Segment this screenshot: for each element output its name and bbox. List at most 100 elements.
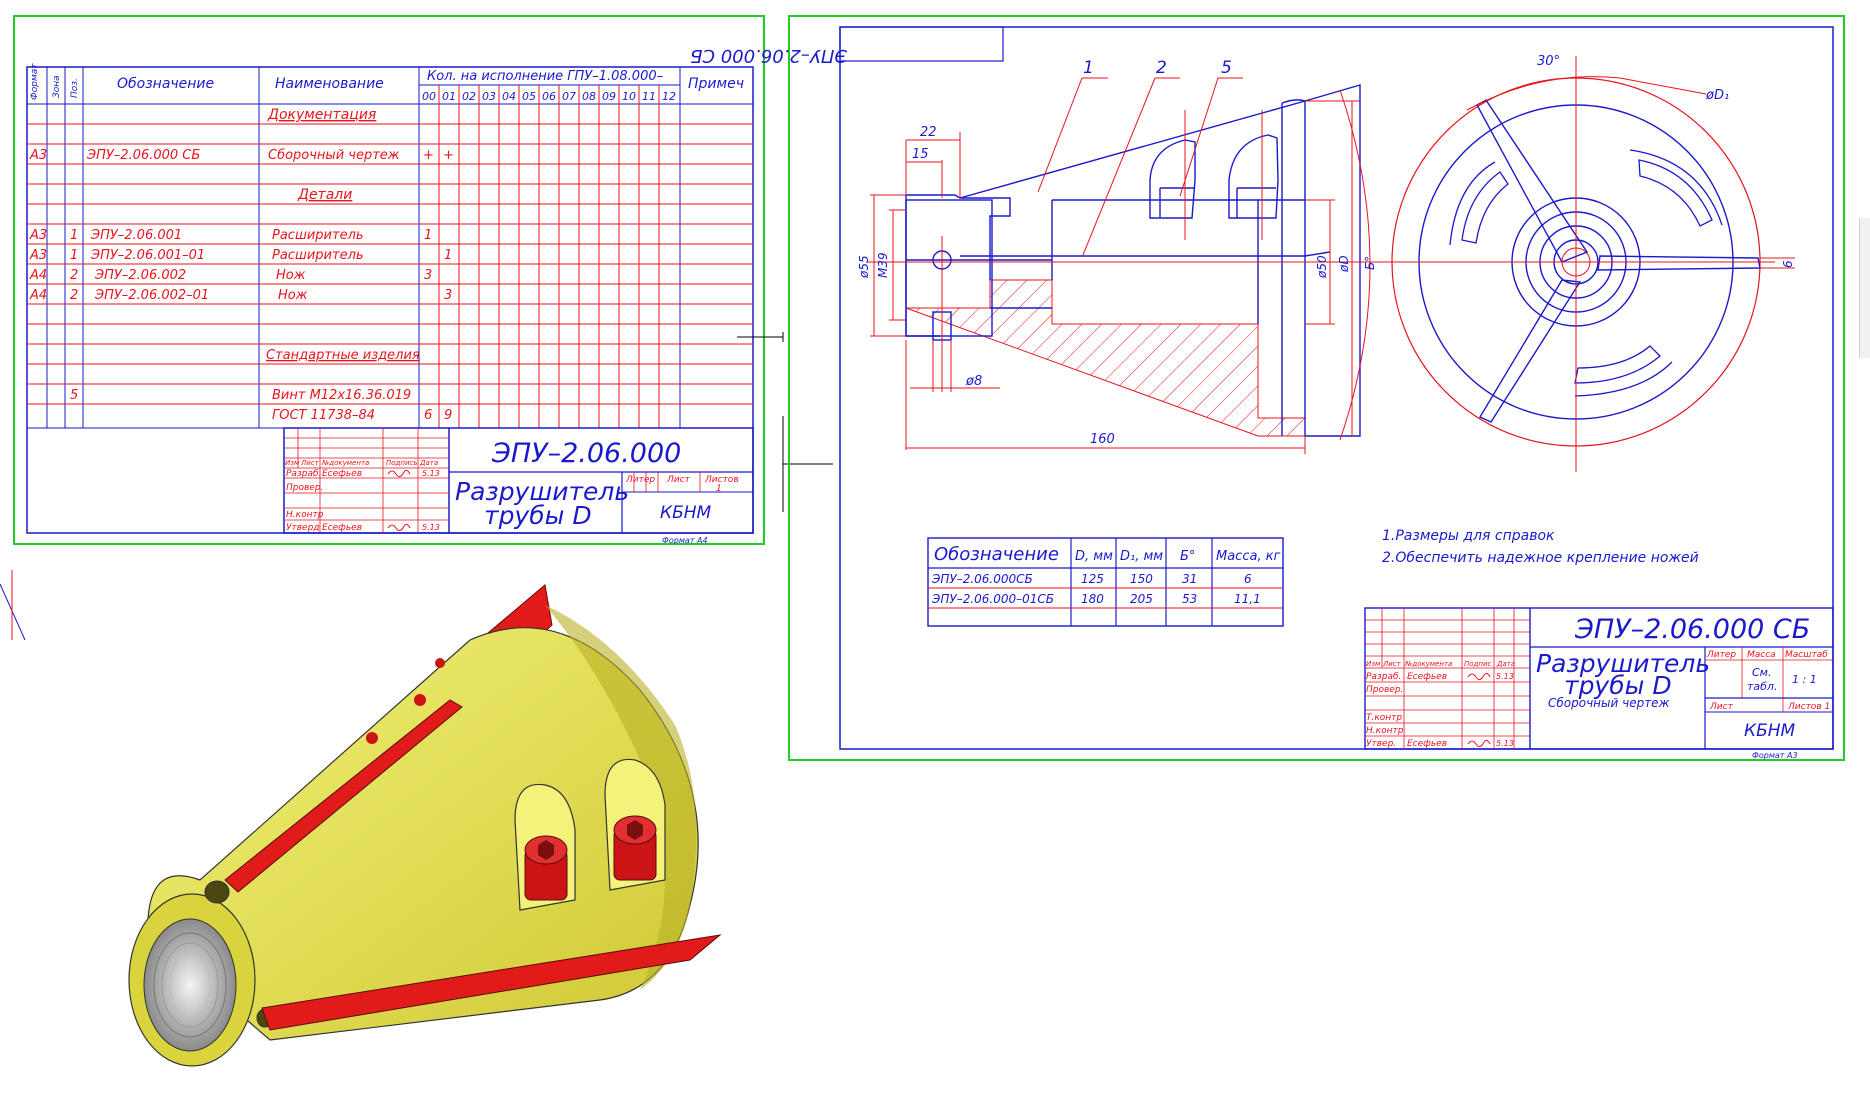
hdr-format: Формат xyxy=(30,63,40,100)
variant-header-11: 11 xyxy=(642,90,656,103)
tb-author-2: Есефьев xyxy=(322,523,362,533)
sheet-connectors xyxy=(0,332,833,641)
atb-subtitle: Сборочный чертеж xyxy=(1548,696,1670,710)
atb-sheets: Листов 1 xyxy=(1787,702,1830,712)
spec-row: А3 1 ЭПУ–2.06.001–01 Расширитель 1 xyxy=(29,248,452,263)
cell-format: А3 xyxy=(29,228,47,243)
atb-date: 5.13 xyxy=(1496,672,1514,681)
hdr-designation: Обозначение xyxy=(117,76,214,92)
signature-mark xyxy=(1467,739,1491,748)
knife-blade xyxy=(1597,255,1761,271)
cell-designation: ЭПУ–2.06.001–01 xyxy=(90,248,205,263)
vt-cell-d1: 205 xyxy=(1130,592,1153,606)
vt-cell-d1: 150 xyxy=(1130,572,1153,586)
vt-row: ЭПУ–2.06.000–01СБ 180 205 53 11,1 xyxy=(931,592,1261,606)
spec-row: А3 1 ЭПУ–2.06.001 Расширитель 1 xyxy=(29,228,432,243)
assembly-sheet: ЭПУ–2.06.000 СБ 1 2 5 22 15 ø55 M39 ø8 1… xyxy=(690,15,1845,761)
hdr-zone: Зона xyxy=(52,75,62,98)
cell-designation: ЭПУ–2.06.002 xyxy=(94,268,186,283)
dim-dD: øD xyxy=(1337,255,1351,273)
tb-org: КБНМ xyxy=(660,503,712,523)
assembly-title-block: Изм Лист №документа Подпис Дата Разраб. … xyxy=(1364,607,1834,760)
tb-format: Формат А4 xyxy=(662,536,708,545)
tb-liter: Литер xyxy=(625,475,655,485)
atb-date-2: 5.13 xyxy=(1496,739,1514,748)
variant-header-00: 00 xyxy=(422,90,436,103)
atb-scale-val: 1 : 1 xyxy=(1792,673,1817,686)
note-2: 2.Обеспечить надежное крепление ножей xyxy=(1382,550,1699,566)
vt-hdr-d1: D₁, мм xyxy=(1120,549,1163,564)
variant-header-03: 03 xyxy=(482,90,496,103)
spec-row: 5 Винт М12х16.36.019 xyxy=(70,388,411,403)
vt-row: ЭПУ–2.06.000СБ 125 150 31 6 xyxy=(931,572,1252,586)
tb-name-line2: трубы D xyxy=(484,501,592,530)
cell-format: А4 xyxy=(29,268,47,283)
hdr-pos: Поз. xyxy=(70,78,80,98)
signature-mark xyxy=(387,523,411,532)
knife-blade xyxy=(1478,279,1582,423)
atb-sheet: Лист xyxy=(1709,702,1734,712)
cell-q00: 3 xyxy=(424,268,432,283)
assembly-stamp: ЭПУ–2.06.000 СБ xyxy=(690,45,848,66)
section-hatch xyxy=(905,279,1306,437)
cell-designation: ЭПУ–2.06.001 xyxy=(90,228,182,243)
spec-row: ГОСТ 11738–84 6 9 xyxy=(272,408,452,423)
dim-angle: 30° xyxy=(1537,54,1560,69)
tb-listov-val: 1 xyxy=(716,484,722,494)
tb-nkontr: Н.контр xyxy=(286,510,324,520)
section-standard: Стандартные изделия xyxy=(266,348,420,363)
atb-mass-val2: табл. xyxy=(1747,680,1777,693)
cell-name: Сборочный чертеж xyxy=(268,148,400,163)
cell-q01: 3 xyxy=(444,288,452,303)
cell-format: А3 xyxy=(29,248,47,263)
atb-format: Формат А3 xyxy=(1752,751,1798,760)
atb-liter: Литер xyxy=(1706,650,1736,660)
spec-row: А4 2 ЭПУ–2.06.002–01 Нож 3 xyxy=(29,288,452,303)
tb-utverd: Утверд xyxy=(286,523,320,533)
leader-5: 5 xyxy=(1221,58,1232,78)
atb-code: ЭПУ–2.06.000 СБ xyxy=(1574,614,1810,645)
cell-q00: 6 xyxy=(424,408,432,423)
dim-dD1: øD₁ xyxy=(1705,88,1729,103)
cell-name: Нож xyxy=(276,268,306,283)
cell-designation: ЭПУ–2.06.002–01 xyxy=(94,288,209,303)
vt-hdr-b: Б° xyxy=(1180,549,1195,564)
vt-cell-designation: ЭПУ–2.06.000–01СБ xyxy=(931,592,1054,606)
atb-author: Есефьев xyxy=(1407,672,1447,682)
dim-6: 6 xyxy=(1781,260,1795,268)
atb-mass: Масса xyxy=(1747,650,1776,660)
leader-2: 2 xyxy=(1156,58,1167,78)
cell-pos: 1 xyxy=(70,248,78,263)
hdr-name: Наименование xyxy=(275,76,384,92)
vt-hdr-designation: Обозначение xyxy=(934,544,1059,565)
variant-header-06: 06 xyxy=(542,90,556,103)
dim-d50: ø50 xyxy=(1315,255,1329,279)
variant-header-07: 07 xyxy=(562,90,576,103)
cell-q00: 1 xyxy=(424,228,432,243)
variant-header-04: 04 xyxy=(502,90,516,103)
drawing-canvas: Формат Зона Поз. Обозначение Наименовани… xyxy=(0,15,1845,1067)
section-details: Детали xyxy=(297,187,352,203)
tb-col-doc: №документа xyxy=(321,459,369,467)
variant-header-10: 10 xyxy=(622,90,636,103)
vt-cell-d: 125 xyxy=(1081,572,1104,586)
dim-22: 22 xyxy=(920,125,937,140)
vt-hdr-mass: Масса, кг xyxy=(1216,549,1281,564)
thread-bore xyxy=(143,918,237,1052)
tb-date-2: 5.13 xyxy=(422,523,440,532)
cell-q01: 1 xyxy=(444,248,452,263)
side-hole xyxy=(204,880,230,904)
atb-col-date: Дата xyxy=(1496,660,1515,668)
atb-col-sign: Подпис xyxy=(1464,660,1492,668)
cell-q01: 9 xyxy=(444,408,452,423)
cell-q00: + xyxy=(423,148,434,163)
tb-col-sign: Подпись xyxy=(386,459,418,467)
atb-col-izm: Изм xyxy=(1366,660,1381,668)
cell-designation: ЭПУ–2.06.000 СБ xyxy=(86,148,200,163)
vt-cell-mass: 11,1 xyxy=(1234,592,1261,606)
variant-headers: 00 01 02 03 04 05 06 07 08 09 10 11 12 xyxy=(422,90,676,103)
variant-header-08: 08 xyxy=(582,90,596,103)
section-documentation: Документация xyxy=(267,107,376,123)
atb-razrab: Разраб. xyxy=(1366,672,1401,682)
scrollbar-edge[interactable] xyxy=(1859,218,1870,358)
